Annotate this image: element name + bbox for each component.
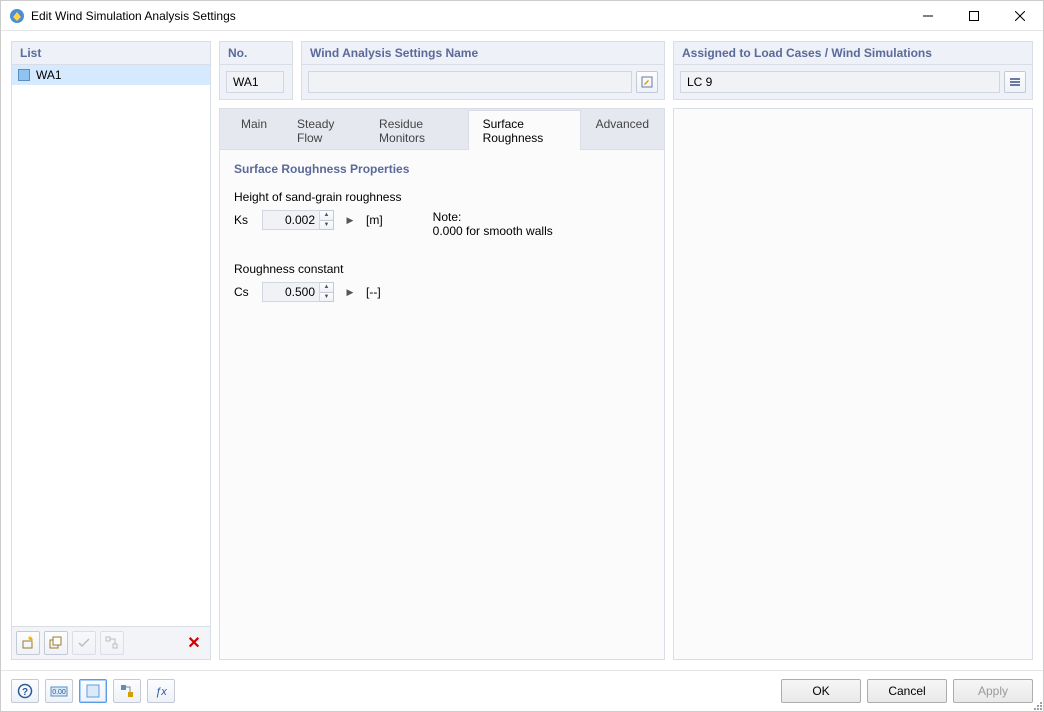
edit-name-button[interactable] (636, 71, 658, 93)
roughness-label: Roughness constant (234, 262, 650, 276)
tab-strip: Main Steady Flow Residue Monitors Surfac… (220, 109, 664, 150)
ks-spin-up[interactable]: ▲ (320, 211, 333, 221)
name-header: Wind Analysis Settings Name (302, 42, 664, 65)
cs-spinner[interactable]: ▲ ▼ (262, 282, 334, 302)
cs-unit: [--] (366, 285, 381, 299)
hierarchy-button[interactable] (113, 679, 141, 703)
content-left: Main Steady Flow Residue Monitors Surfac… (219, 108, 665, 660)
note-text: 0.000 for smooth walls (433, 224, 553, 238)
minimize-button[interactable] (905, 1, 951, 31)
cs-spin-down[interactable]: ▼ (320, 293, 333, 302)
height-label: Height of sand-grain roughness (234, 190, 650, 204)
tab-residue-monitors[interactable]: Residue Monitors (364, 110, 468, 150)
new-item-button[interactable] (16, 631, 40, 655)
assigned-list-button[interactable] (1004, 71, 1026, 93)
tree-button (100, 631, 124, 655)
no-header: No. (220, 42, 292, 65)
content-right (673, 108, 1033, 660)
cs-label: Cs (234, 285, 256, 299)
window-title: Edit Wind Simulation Analysis Settings (31, 9, 905, 23)
ok-button[interactable]: OK (781, 679, 861, 703)
bottom-bar: ? 0.00 ƒx OK Cancel Apply (1, 670, 1043, 711)
cs-input[interactable] (262, 282, 320, 302)
list-body: WA1 (12, 65, 210, 626)
svg-text:?: ? (22, 687, 28, 698)
surface-roughness-pane: Surface Roughness Properties Height of s… (220, 150, 664, 659)
check-button (72, 631, 96, 655)
ks-spinner[interactable]: ▲ ▼ (262, 210, 334, 230)
cs-menu-button[interactable]: ▶ (342, 282, 358, 302)
cancel-button[interactable]: Cancel (867, 679, 947, 703)
top-fields-row: No. Wind Analysis Settings Name Assigned… (219, 41, 1033, 100)
view-button[interactable] (79, 679, 107, 703)
ks-label: Ks (234, 213, 256, 227)
ks-row: Ks ▲ ▼ ▶ [m] (234, 210, 383, 230)
no-input[interactable] (226, 71, 284, 93)
content-row: Main Steady Flow Residue Monitors Surfac… (219, 108, 1033, 660)
right-area: No. Wind Analysis Settings Name Assigned… (219, 41, 1033, 660)
list-panel: List WA1 ✕ (11, 41, 211, 660)
assigned-header: Assigned to Load Cases / Wind Simulation… (674, 42, 1032, 65)
name-group: Wind Analysis Settings Name (301, 41, 665, 100)
assigned-group: Assigned to Load Cases / Wind Simulation… (673, 41, 1033, 100)
help-button[interactable]: ? (11, 679, 39, 703)
name-input[interactable] (308, 71, 632, 93)
function-button[interactable]: ƒx (147, 679, 175, 703)
assigned-input[interactable] (680, 71, 1000, 93)
tab-main[interactable]: Main (226, 110, 282, 150)
ks-spin-down[interactable]: ▼ (320, 221, 333, 230)
maximize-button[interactable] (951, 1, 997, 31)
note-block: Note: 0.000 for smooth walls (433, 210, 553, 238)
cs-spin-up[interactable]: ▲ (320, 283, 333, 293)
app-icon (9, 8, 25, 24)
svg-text:0.00: 0.00 (52, 689, 66, 696)
close-button[interactable] (997, 1, 1043, 31)
titlebar: Edit Wind Simulation Analysis Settings (1, 1, 1043, 31)
note-label: Note: (433, 210, 553, 224)
copy-item-button[interactable] (44, 631, 68, 655)
main-area: List WA1 ✕ No. (1, 31, 1043, 670)
list-item[interactable]: WA1 (12, 65, 210, 85)
cs-row: Cs ▲ ▼ ▶ [--] (234, 282, 650, 302)
list-toolbar: ✕ (12, 626, 210, 659)
list-item-label: WA1 (36, 68, 62, 82)
tab-advanced[interactable]: Advanced (581, 110, 664, 150)
ks-menu-button[interactable]: ▶ (342, 210, 358, 230)
delete-button[interactable]: ✕ (182, 631, 206, 655)
ks-input[interactable] (262, 210, 320, 230)
apply-button[interactable]: Apply (953, 679, 1033, 703)
list-header: List (12, 42, 210, 65)
svg-text:ƒx: ƒx (155, 686, 167, 698)
resize-grip[interactable] (1032, 700, 1042, 710)
units-button[interactable]: 0.00 (45, 679, 73, 703)
item-color-icon (18, 69, 30, 81)
tab-surface-roughness[interactable]: Surface Roughness (468, 110, 581, 150)
tab-steady-flow[interactable]: Steady Flow (282, 110, 364, 150)
no-group: No. (219, 41, 293, 100)
section-title: Surface Roughness Properties (234, 162, 650, 176)
ks-unit: [m] (366, 213, 383, 227)
